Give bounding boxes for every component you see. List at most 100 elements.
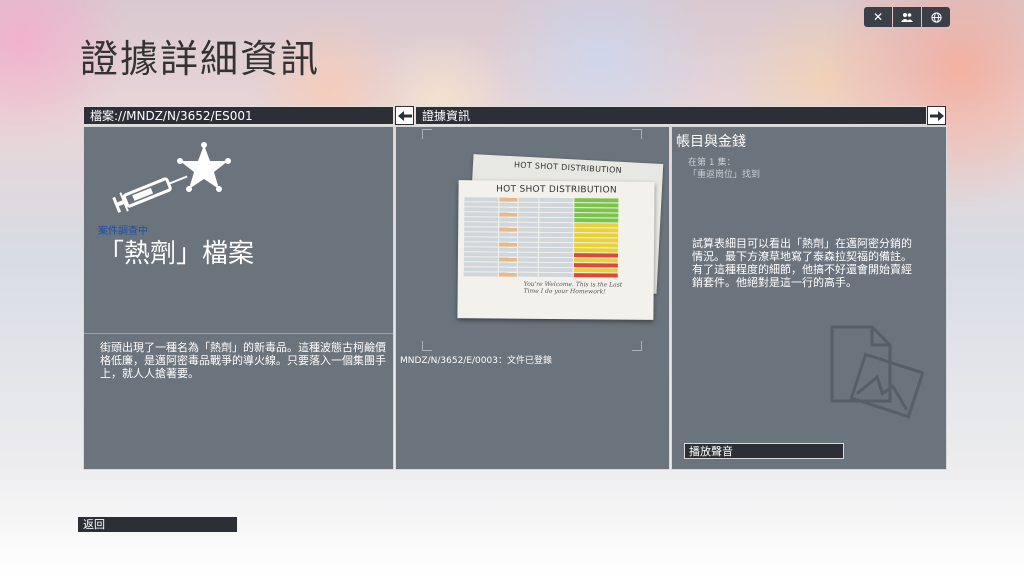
arrow-left-icon[interactable] xyxy=(395,106,414,125)
spreadsheet-cell xyxy=(517,252,538,257)
spreadsheet-cell xyxy=(539,197,574,203)
spreadsheet-cell xyxy=(463,272,498,277)
spreadsheet-cell xyxy=(574,213,619,218)
case-file-header: 檔案://MNDZ/N/3652/ES001 xyxy=(83,106,394,125)
spreadsheet-column xyxy=(517,197,539,277)
spreadsheet-cell xyxy=(538,267,573,273)
spreadsheet-cell xyxy=(518,207,539,212)
case-title: 「熱劑」檔案 xyxy=(98,239,255,269)
spreadsheet-cell xyxy=(499,197,518,202)
spreadsheet-cell xyxy=(499,222,518,227)
evidence-caption: MNDZ/N/3652/E/0003：文件已登錄 xyxy=(400,356,552,366)
spreadsheet-cell xyxy=(539,242,574,248)
spreadsheet-cell xyxy=(574,233,619,238)
spreadsheet-cell xyxy=(464,197,499,202)
play-audio-button[interactable]: 播放聲音 xyxy=(684,443,844,459)
spreadsheet-cell xyxy=(538,262,573,268)
spreadsheet-cell xyxy=(499,232,518,237)
detail-panel: 帳目與金錢 在第 1 集： 「重返崗位」找到 試算表細目可以看出「熱劑」在邁阿密… xyxy=(671,126,947,470)
spreadsheet-cell xyxy=(539,207,574,213)
spreadsheet-cell xyxy=(498,267,517,272)
spreadsheet-cell xyxy=(539,202,574,208)
spreadsheet-cell xyxy=(464,237,499,242)
spreadsheet-cell xyxy=(574,198,619,203)
spreadsheet-cell xyxy=(464,222,499,227)
spreadsheet-cell xyxy=(517,247,539,252)
spreadsheet-cell xyxy=(573,263,618,268)
spreadsheet-cell xyxy=(518,202,539,207)
spreadsheet-grid xyxy=(463,197,649,278)
spreadsheet-cell xyxy=(539,232,574,238)
spreadsheet-cell xyxy=(574,218,619,223)
spreadsheet-cell xyxy=(574,238,619,243)
evidence-image-frame[interactable]: HOT SHOT DISTRIBUTION HOT SHOT DISTRIBUT… xyxy=(422,129,664,351)
spreadsheet-cell xyxy=(499,202,518,207)
spreadsheet-cell xyxy=(463,257,498,262)
spreadsheet-heading: HOT SHOT DISTRIBUTION xyxy=(496,184,618,196)
spreadsheet-cell xyxy=(463,262,498,267)
spreadsheet-cell xyxy=(574,228,619,233)
paper-back-heading: HOT SHOT DISTRIBUTION xyxy=(513,160,623,175)
spreadsheet-cell xyxy=(518,217,539,222)
spreadsheet-cell xyxy=(499,212,518,217)
document-image-icon xyxy=(828,323,925,431)
spreadsheet-cell xyxy=(464,202,499,207)
spreadsheet-cell xyxy=(464,217,499,222)
spreadsheet-cell xyxy=(463,247,499,252)
spreadsheet-cell xyxy=(517,267,538,272)
spreadsheet-cell xyxy=(538,252,573,258)
spreadsheet-cell xyxy=(499,207,518,212)
spreadsheet-cell xyxy=(573,273,618,278)
page-title: 證據詳細資訊 xyxy=(80,37,321,81)
spreadsheet-cell xyxy=(498,252,517,257)
spreadsheet-cell xyxy=(539,212,574,218)
divider xyxy=(84,333,393,334)
syringe-icon xyxy=(112,175,188,213)
spreadsheet-cell xyxy=(539,222,574,228)
spreadsheet-cell xyxy=(464,212,499,217)
spreadsheet-cell xyxy=(518,237,539,242)
spreadsheet-column xyxy=(538,197,574,278)
spreadsheet-column xyxy=(573,198,619,278)
spreadsheet-column xyxy=(498,197,518,277)
close-icon[interactable]: ✕ xyxy=(864,7,892,27)
spreadsheet-cell xyxy=(573,258,618,263)
spreadsheet-cell xyxy=(574,203,619,208)
handwritten-note: You're Welcome. This is the Last Time I … xyxy=(523,280,623,296)
spreadsheet-cell xyxy=(574,208,619,213)
spreadsheet-cell xyxy=(498,262,517,267)
spreadsheet-cell xyxy=(539,217,574,223)
spreadsheet-cell xyxy=(499,237,518,242)
detail-title: 帳目與金錢 xyxy=(676,134,746,150)
spreadsheet-cell xyxy=(574,223,619,228)
spreadsheet-cell xyxy=(573,268,618,273)
globe-icon[interactable] xyxy=(922,7,950,27)
spreadsheet-cell xyxy=(499,242,518,247)
spreadsheet-cell xyxy=(464,242,499,247)
spreadsheet-cell xyxy=(518,197,539,202)
spreadsheet-cell xyxy=(464,227,499,232)
spreadsheet-cell xyxy=(539,237,574,243)
spreadsheet-cell xyxy=(463,252,498,257)
evidence-panel: HOT SHOT DISTRIBUTION HOT SHOT DISTRIBUT… xyxy=(395,126,670,470)
spreadsheet-cell xyxy=(464,232,499,237)
back-button[interactable]: 返回 xyxy=(78,517,237,532)
spreadsheet-cell xyxy=(499,227,518,232)
arrow-right-icon[interactable] xyxy=(927,106,946,125)
spreadsheet-cell xyxy=(573,248,619,253)
spreadsheet-cell xyxy=(518,222,539,227)
spreadsheet-cell xyxy=(463,267,498,272)
evidence-spreadsheet: HOT SHOT DISTRIBUTION You're Welcome. Th… xyxy=(457,180,655,320)
friends-icon[interactable] xyxy=(893,7,921,27)
spreadsheet-cell xyxy=(498,272,517,277)
spreadsheet-cell xyxy=(498,247,518,252)
case-description: 街頭出現了一種名為「熱劑」的新毒品。這種波態古柯鹼價格低廉，是邁阿密毒品戰爭的導… xyxy=(100,341,386,380)
spreadsheet-cell xyxy=(574,243,619,248)
police-badge-icon xyxy=(177,142,231,192)
top-icon-bar: ✕ xyxy=(864,7,950,27)
spreadsheet-cell xyxy=(573,253,618,258)
spreadsheet-cell xyxy=(538,257,573,263)
case-panel: 案件調查中 「熱劑」檔案 街頭出現了一種名為「熱劑」的新毒品。這種波態古柯鹼價格… xyxy=(83,126,394,470)
case-emblem xyxy=(106,141,236,217)
spreadsheet-cell xyxy=(518,242,539,247)
